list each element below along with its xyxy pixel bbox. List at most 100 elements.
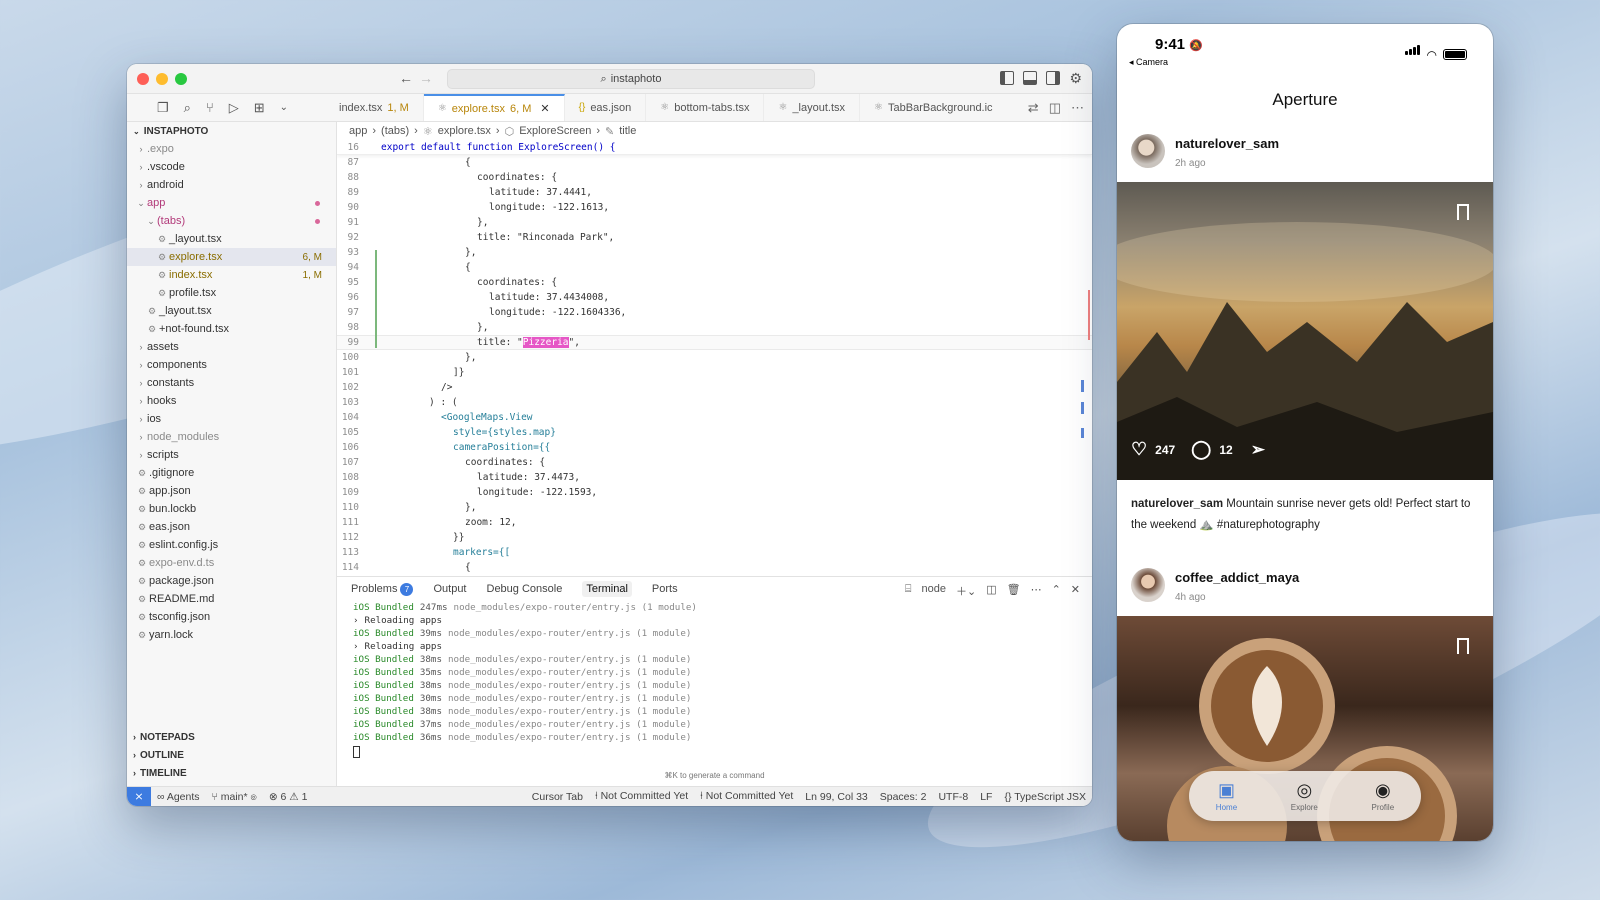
tab-ports[interactable]: Ports — [652, 583, 678, 595]
code-line[interactable]: 102 /> — [337, 380, 1092, 395]
new-terminal-icon[interactable]: ＋⌄ — [956, 583, 976, 599]
code-line[interactable]: 98}, — [337, 320, 1092, 335]
indentation-status[interactable]: Spaces: 2 — [874, 791, 933, 803]
breadcrumb-item[interactable]: title — [619, 125, 636, 137]
code-line[interactable]: 88 coordinates: { — [337, 170, 1092, 185]
tab-eas-json[interactable]: {} eas.json — [565, 94, 647, 121]
terminal-shell-label[interactable]: node — [921, 583, 945, 599]
tree-folder[interactable]: › hooks — [127, 392, 336, 410]
tree-file[interactable]: ⚙ +not-found.tsx — [127, 320, 336, 338]
tab-explore-tsx[interactable]: ⚛ explore.tsx 6, M ✕ — [423, 94, 565, 121]
blame-status-2[interactable]: ⍿ Not Committed Yet — [694, 790, 799, 803]
tree-file[interactable]: ⚙ eas.json — [127, 518, 336, 536]
tab-tabbarbackground[interactable]: ⚛ TabBarBackground.ic — [860, 94, 1007, 121]
tree-folder[interactable]: › constants — [127, 374, 336, 392]
terminal-output[interactable]: iOS Bundled 247ms node_modules/expo-router… — [337, 601, 1092, 758]
tree-folder[interactable]: › components — [127, 356, 336, 374]
close-tab-icon[interactable]: ✕ — [540, 102, 549, 115]
code-line[interactable]: 111 zoom: 12, — [337, 515, 1092, 530]
code-line[interactable]: 89 latitude: 37.4441, — [337, 185, 1092, 200]
eol-status[interactable]: LF — [974, 791, 998, 803]
source-control-icon[interactable]: ⑂ — [206, 100, 214, 115]
tab-terminal[interactable]: Terminal — [582, 581, 632, 597]
code-line[interactable]: 99 title: "Pizzeria", — [337, 335, 1092, 350]
code-editor[interactable]: 16 export default function ExploreScreen… — [337, 140, 1092, 576]
avatar[interactable] — [1131, 134, 1165, 168]
explorer-root[interactable]: ⌄ INSTAPHOTO — [127, 122, 336, 140]
breadcrumb-item[interactable]: app — [349, 125, 367, 137]
tree-folder[interactable]: › node_modules — [127, 428, 336, 446]
tree-file[interactable]: ⚙ eslint.config.js — [127, 536, 336, 554]
split-editor-icon[interactable]: ◫ — [1049, 100, 1061, 116]
minimize-window-button[interactable] — [156, 73, 168, 85]
tree-file[interactable]: ⚙ _layout.tsx — [127, 230, 336, 248]
breadcrumb-item[interactable]: explore.tsx — [438, 125, 491, 137]
code-line[interactable]: 101]} — [337, 365, 1092, 380]
avatar[interactable] — [1131, 568, 1165, 602]
breadcrumb-item[interactable]: ExploreScreen — [519, 125, 591, 137]
code-line[interactable]: 96 latitude: 37.4434008, — [337, 290, 1092, 305]
code-line[interactable]: 87 { — [337, 155, 1092, 170]
section-outline[interactable]: › OUTLINE — [127, 746, 336, 764]
heart-icon[interactable]: ♡ — [1131, 439, 1147, 460]
tab-explore[interactable]: ◎ Explore — [1291, 780, 1318, 812]
open-changes-icon[interactable]: ⇄ — [1028, 100, 1039, 116]
section-notepads[interactable]: › NOTEPADS — [127, 728, 336, 746]
trash-icon[interactable]: 🗑 — [1007, 583, 1021, 599]
extensions-icon[interactable]: ⊞ — [254, 100, 265, 116]
tree-file[interactable]: ⚙ package.json — [127, 572, 336, 590]
code-line[interactable]: 112}} — [337, 530, 1092, 545]
post-username[interactable]: naturelover_sam — [1175, 136, 1279, 151]
tree-folder[interactable]: › ios — [127, 410, 336, 428]
tree-folder[interactable]: › scripts — [127, 446, 336, 464]
close-panel-icon[interactable]: ✕ — [1071, 583, 1080, 599]
code-line[interactable]: 95 coordinates: { — [337, 275, 1092, 290]
code-line[interactable]: 106 cameraPosition={{ — [337, 440, 1092, 455]
language-mode[interactable]: {} TypeScript JSX — [998, 791, 1092, 803]
tab-home[interactable]: ▣ Home — [1216, 780, 1237, 812]
tree-file[interactable]: ⚙ app.json — [127, 482, 336, 500]
tab-layout-tsx[interactable]: ⚛ _layout.tsx — [764, 94, 861, 121]
code-line[interactable]: 103) : ( — [337, 395, 1092, 410]
toggle-panel-icon[interactable] — [1023, 71, 1038, 85]
command-search-box[interactable]: ⌕ instaphoto — [447, 69, 815, 89]
search-icon[interactable]: ⌕ — [184, 100, 191, 116]
tab-output[interactable]: Output — [433, 583, 466, 595]
tab-debug-console[interactable]: Debug Console — [487, 583, 563, 595]
encoding-status[interactable]: UTF-8 — [932, 791, 974, 803]
back-to-camera-link[interactable]: ◂ Camera — [1129, 57, 1168, 68]
toggle-primary-sidebar-icon[interactable] — [1000, 71, 1015, 85]
tree-file[interactable]: ⚙ profile.tsx — [127, 284, 336, 302]
tree-file[interactable]: ⚙ tsconfig.json — [127, 608, 336, 626]
code-line[interactable]: 109 longitude: -122.1593, — [337, 485, 1092, 500]
tree-folder[interactable]: › assets — [127, 338, 336, 356]
tree-file[interactable]: ⚙ bun.lockb — [127, 500, 336, 518]
maximize-window-button[interactable] — [175, 73, 187, 85]
code-line[interactable]: 92 title: "Rinconada Park", — [337, 230, 1092, 245]
explorer-icon[interactable]: ❐ — [157, 100, 169, 116]
code-line[interactable]: 113 markers={[ — [337, 545, 1092, 560]
split-terminal-icon[interactable]: ◫ — [986, 583, 996, 599]
post-photo[interactable]: ♡ 247 ◯ 12 ➢ — [1117, 182, 1493, 480]
sticky-scroll-line[interactable]: 16 export default function ExploreScreen… — [337, 140, 1092, 155]
section-timeline[interactable]: › TIMELINE — [127, 764, 336, 782]
bookmark-icon[interactable] — [1457, 638, 1469, 654]
tab-problems[interactable]: Problems 7 — [351, 582, 414, 596]
share-icon[interactable]: ➢ — [1251, 440, 1265, 460]
code-line[interactable]: 105 style={styles.map} — [337, 425, 1092, 440]
cursor-tab-status[interactable]: Cursor Tab — [526, 791, 589, 803]
cursor-position[interactable]: Ln 99, Col 33 — [799, 791, 873, 803]
remote-indicator-icon[interactable]: ⨯ — [127, 786, 151, 806]
blame-status[interactable]: ⍿ Not Committed Yet — [589, 790, 694, 803]
tab-index-tsx[interactable]: index.tsx 1, M — [337, 94, 424, 121]
settings-gear-icon[interactable]: ⚙ — [1069, 71, 1082, 85]
breadcrumb-item[interactable]: (tabs) — [381, 125, 409, 137]
code-line[interactable]: 104 <GoogleMaps.View — [337, 410, 1092, 425]
tree-folder[interactable]: › .vscode — [127, 158, 336, 176]
caption-username[interactable]: naturelover_sam — [1131, 498, 1223, 510]
tree-file[interactable]: ⚙ _layout.tsx — [127, 302, 336, 320]
bookmark-icon[interactable] — [1457, 204, 1469, 220]
code-line[interactable]: 91}, — [337, 215, 1092, 230]
forward-arrow-icon[interactable]: → — [419, 70, 433, 86]
toggle-secondary-sidebar-icon[interactable] — [1046, 71, 1061, 85]
